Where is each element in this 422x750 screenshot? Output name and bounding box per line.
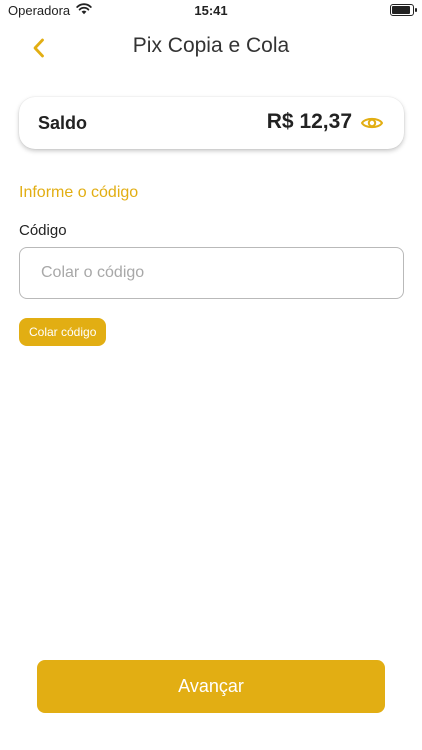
balance-label: Saldo [38,113,88,133]
balance-value: R$ 12,37 [266,110,352,133]
balance-card: Saldo R$ 12,37 [19,97,404,149]
page-title: Pix Copia e Cola [132,34,290,57]
header: Pix Copia e Cola [0,28,422,68]
toggle-balance-button[interactable] [360,111,384,135]
battery-icon [390,4,417,16]
code-field-label: Código [19,222,67,239]
status-right [390,4,417,16]
next-button[interactable]: Avançar [37,660,385,713]
status-bar: Operadora 15:41 [0,0,422,22]
battery-level [392,6,410,14]
paste-code-button[interactable]: Colar código [19,318,107,346]
screen: Operadora 15:41 Pix Copia e Cola Saldo R… [0,0,422,750]
code-input[interactable] [19,247,404,299]
status-time: 15:41 [194,3,228,18]
eye-icon [361,117,383,129]
section-title: Informe o código [19,184,139,201]
